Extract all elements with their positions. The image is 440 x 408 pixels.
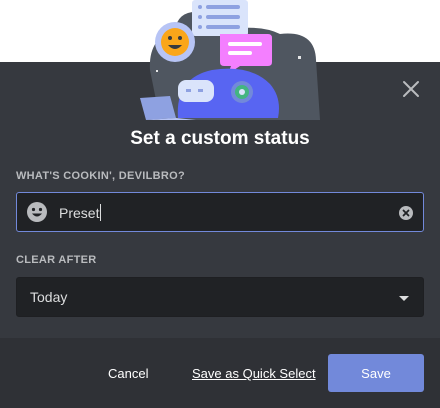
status-input[interactable]: Preset [16, 192, 424, 232]
text-caret [100, 204, 102, 221]
clear-after-value: Today [30, 289, 68, 305]
close-button[interactable] [396, 74, 426, 104]
custom-status-illustration [140, 0, 320, 120]
status-field-label: WHAT'S COOKIN', DEVILBRO? [16, 170, 185, 182]
cancel-button[interactable]: Cancel [108, 366, 148, 381]
chevron-down-icon [399, 296, 409, 301]
save-button[interactable]: Save [328, 354, 424, 392]
dialog-title: Set a custom status [130, 128, 310, 149]
close-icon [403, 81, 419, 97]
clear-after-label: CLEAR AFTER [16, 254, 97, 266]
clear-circle-x-icon[interactable] [398, 205, 414, 221]
smiley-emoji-icon[interactable] [26, 201, 48, 223]
save-quick-select-button[interactable]: Save as Quick Select [192, 366, 316, 381]
clear-after-select[interactable]: Today [16, 277, 424, 317]
status-input-value[interactable]: Preset [59, 204, 102, 221]
